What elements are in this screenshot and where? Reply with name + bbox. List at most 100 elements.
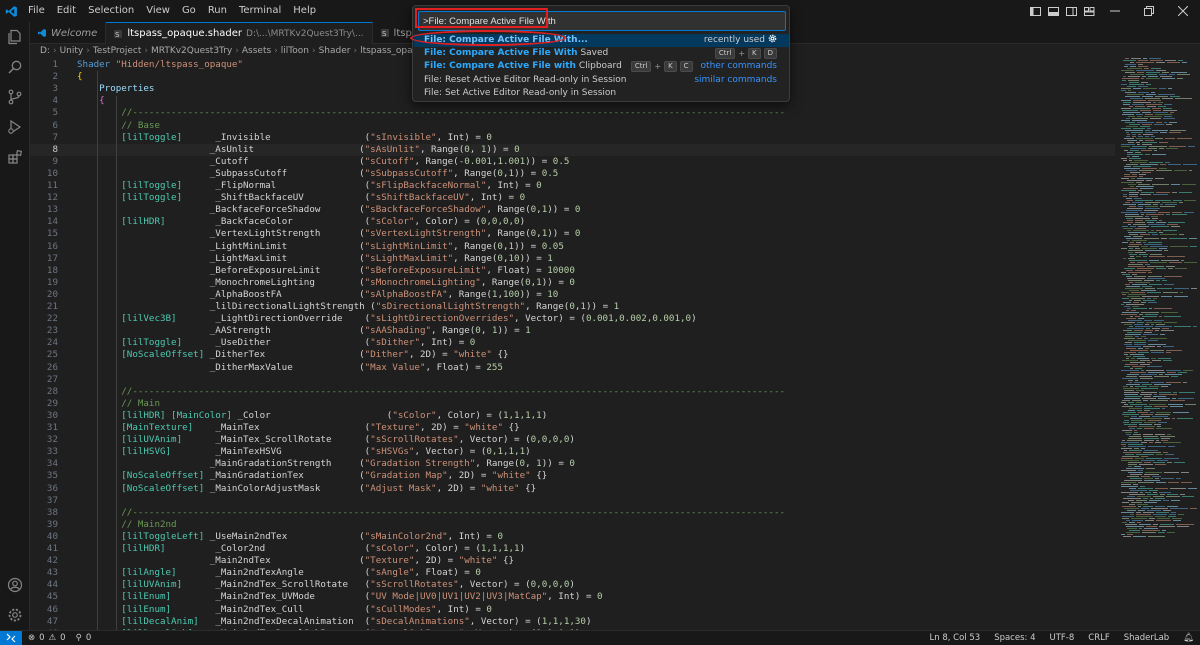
settings-gear-icon[interactable] — [0, 600, 30, 630]
minimap-line — [1127, 180, 1144, 181]
encoding[interactable]: UTF-8 — [1050, 633, 1075, 643]
line-content: [lilToggle] _FlipNormal ("sFlipBackfaceN… — [77, 180, 541, 192]
extensions-icon[interactable] — [0, 142, 30, 172]
minimap-line — [1124, 344, 1132, 345]
menu-help[interactable]: Help — [287, 0, 322, 22]
minimap-line — [1122, 522, 1127, 523]
code-token: [lilHDR] — [121, 543, 166, 554]
search-icon[interactable] — [0, 52, 30, 82]
tab-1[interactable]: Sltspass_opaque.shader D:\...\MRTKv2Quest… — [106, 22, 373, 44]
minimap-line — [1133, 230, 1149, 231]
minimap-line — [1146, 322, 1162, 323]
breadcrumb-chevron-icon: › — [311, 46, 316, 56]
breadcrumb-item[interactable]: D: — [40, 46, 50, 56]
minimap-line — [1124, 324, 1132, 325]
layout-sidebar-icon[interactable] — [1026, 0, 1044, 22]
menu-file[interactable]: File — [22, 0, 51, 22]
minimap-line — [1139, 376, 1152, 377]
shader-file-icon: S — [114, 29, 123, 39]
breadcrumb-item[interactable]: TestProject — [93, 46, 142, 56]
menu-go[interactable]: Go — [176, 0, 202, 22]
configure-keybinding-gear-icon[interactable] — [768, 34, 777, 48]
remote-indicator[interactable] — [0, 630, 22, 645]
minimap-line — [1166, 496, 1180, 497]
breadcrumb-item[interactable]: MRTKv2Quest3Try — [151, 46, 232, 56]
breadcrumb-item[interactable]: Assets — [242, 46, 271, 56]
minimap-line — [1159, 232, 1163, 233]
menu-selection[interactable]: Selection — [82, 0, 140, 22]
code-token: , Vector) = ( — [469, 615, 542, 627]
line-number: 24 — [46, 337, 58, 349]
minimap[interactable] — [1115, 58, 1200, 630]
run-debug-icon[interactable] — [0, 112, 30, 142]
menu-terminal[interactable]: Terminal — [233, 0, 287, 22]
problems-indicator[interactable]: ⊗ 0 ⚠ 0 ⚲ 0 — [28, 633, 91, 643]
command-group-link[interactable]: similar commands — [694, 74, 777, 87]
minimap-line — [1128, 246, 1139, 247]
command-palette-item[interactable]: File: Set Active Editor Read-only in Ses… — [414, 87, 789, 100]
minimap-line — [1155, 114, 1172, 115]
minimap-line — [1147, 106, 1156, 107]
breadcrumb-item[interactable]: lilToon — [281, 46, 309, 56]
line-number: 31 — [46, 422, 58, 433]
minimap-line — [1130, 316, 1133, 317]
menu-run[interactable]: Run — [202, 0, 233, 22]
minimize-button[interactable] — [1098, 0, 1132, 22]
minimap-line — [1125, 524, 1137, 525]
notifications-bell-icon[interactable]: 🔔︎ — [1183, 633, 1194, 643]
minimap-line — [1177, 138, 1192, 139]
minimap-line — [1129, 488, 1136, 489]
accounts-icon[interactable] — [0, 570, 30, 600]
minimap-line — [1156, 268, 1166, 269]
layout-secondary-sidebar-icon[interactable] — [1062, 0, 1080, 22]
code-line: 21 _lilDirectionalLightStrength ("sDirec… — [30, 301, 1115, 313]
code-line: 34 _MainGradationStrength ("Gradation St… — [30, 458, 1115, 470]
minimap-line — [1124, 390, 1134, 391]
line-number: 19 — [46, 276, 58, 288]
cursor-position[interactable]: Ln 8, Col 53 — [930, 633, 981, 643]
command-palette-item[interactable]: File: Reset Active Editor Read-only in S… — [414, 74, 789, 87]
code-token: _Color ( — [231, 409, 393, 421]
minimap-line — [1155, 138, 1163, 139]
menu-edit[interactable]: Edit — [51, 0, 82, 22]
code-token: , — [480, 325, 492, 337]
line-number: 34 — [46, 458, 58, 470]
command-palette-item[interactable]: File: Compare Active File With Saved Ctrl… — [414, 47, 789, 60]
code-token: , Range( — [447, 288, 492, 300]
minimap-line — [1171, 500, 1180, 501]
tab-0[interactable]: Welcome — [30, 22, 107, 44]
minimap-line — [1127, 510, 1136, 511]
command-palette-item[interactable]: File: Compare Active File with Clipboard… — [414, 60, 789, 73]
minimap-line — [1159, 148, 1164, 149]
line-content: [lilEnum] _Main2ndTex_UVMode ("UV Mode|U… — [77, 591, 602, 603]
restore-button[interactable] — [1132, 0, 1166, 22]
minimap-line — [1166, 148, 1178, 149]
minimap-line — [1133, 536, 1146, 537]
minimap-line — [1133, 484, 1138, 485]
end-of-line[interactable]: CRLF — [1088, 633, 1109, 643]
minimap-line — [1141, 388, 1158, 389]
customize-layout-icon[interactable] — [1080, 0, 1098, 22]
minimap-line — [1138, 488, 1153, 489]
breadcrumb-item[interactable]: Unity — [60, 46, 84, 56]
minimap-line — [1167, 462, 1172, 463]
minimap-line — [1153, 298, 1157, 299]
code-editor[interactable]: 1 Shader "Hidden/ltspass_opaque" 2 {3 Prope… — [30, 58, 1115, 630]
command-group-link[interactable]: other commands — [701, 60, 777, 73]
minimap-line — [1161, 478, 1174, 479]
close-button[interactable] — [1166, 0, 1200, 22]
minimap-line — [1161, 238, 1167, 239]
line-content: _AlphaBoostFA ("sAlphaBoostFA", Range(1,… — [77, 288, 559, 301]
minimap-line — [1144, 338, 1148, 339]
code-token: _ShiftBackfaceUV ( — [182, 192, 371, 204]
breadcrumb-item[interactable]: Shader — [319, 46, 351, 56]
language-mode[interactable]: ShaderLab — [1124, 633, 1169, 643]
explorer-icon[interactable] — [0, 22, 30, 52]
indentation[interactable]: Spaces: 4 — [994, 633, 1035, 643]
menu-view[interactable]: View — [140, 0, 176, 22]
minimap-line — [1122, 518, 1129, 519]
code-token: ) — [585, 615, 592, 627]
source-control-icon[interactable] — [0, 82, 30, 112]
minimap-line — [1146, 458, 1162, 459]
layout-panel-icon[interactable] — [1044, 0, 1062, 22]
